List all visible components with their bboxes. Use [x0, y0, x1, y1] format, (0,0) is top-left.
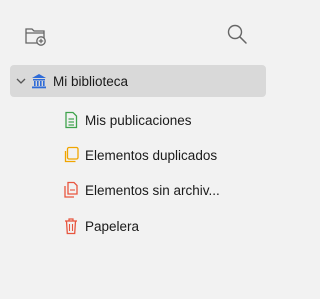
- new-collection-button[interactable]: [22, 22, 50, 50]
- tree-item-my-publications[interactable]: Mis publicaciones: [62, 106, 192, 134]
- duplicate-icon: [62, 146, 80, 164]
- new-collection-icon: [25, 28, 46, 46]
- library-icon: [30, 72, 48, 90]
- tree-item-label: Elementos duplicados: [85, 147, 218, 163]
- search-button[interactable]: [222, 19, 252, 49]
- tree-item-my-library[interactable]: Mi biblioteca: [10, 65, 266, 97]
- tree-item-trash[interactable]: Papelera: [62, 212, 139, 240]
- tree-item-duplicate-items[interactable]: Elementos duplicados: [62, 141, 217, 169]
- unfiled-icon: [62, 181, 80, 199]
- tree-item-label: Mi biblioteca: [53, 73, 129, 89]
- search-icon: [227, 24, 247, 44]
- collections-toolbar: [0, 0, 270, 56]
- publications-icon: [62, 111, 80, 129]
- chevron-down-icon[interactable]: [12, 77, 30, 85]
- tree-item-label: Elementos sin archiv...: [85, 182, 220, 198]
- trash-icon: [62, 217, 80, 235]
- tree-item-label: Papelera: [85, 218, 140, 234]
- tree-item-unfiled-items[interactable]: Elementos sin archiv...: [62, 176, 220, 204]
- tree-item-label: Mis publicaciones: [85, 112, 192, 128]
